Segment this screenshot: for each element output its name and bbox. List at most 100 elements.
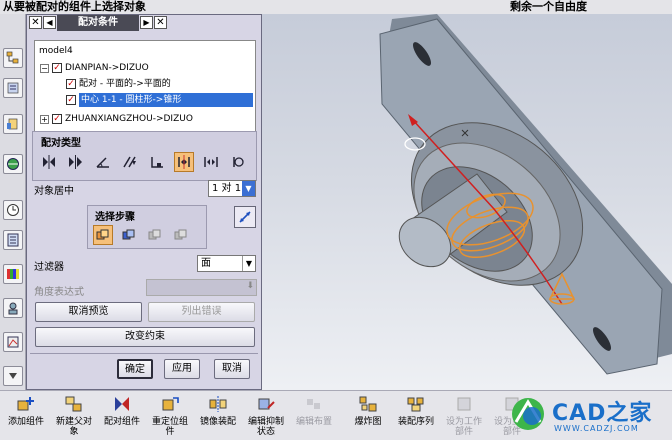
constraint-navigator-icon[interactable] <box>3 78 23 98</box>
checkbox-icon[interactable]: ✓ <box>52 114 62 124</box>
angle-expression-field[interactable]: ⬇ <box>146 279 257 296</box>
tree-root[interactable]: model4 <box>39 44 73 58</box>
toolbar-label: 新建父对 象 <box>55 417 92 437</box>
divider <box>30 353 258 354</box>
watermark-brand: CAD之家 <box>552 401 653 426</box>
collapse-icon[interactable]: − <box>40 64 49 73</box>
distance-icon[interactable] <box>201 152 221 172</box>
mating-conditions-dialog: ✕ ◀ 配对条件 ▶ ✕ model4 − ✓ DIANPIAN->DIZUO … <box>26 14 262 390</box>
edit-suppression-button[interactable]: 编辑抑制 状态 <box>242 393 290 439</box>
reverse-direction-icon[interactable] <box>234 206 256 228</box>
object-center-label: 对象居中 <box>34 186 74 197</box>
tree-node-mate[interactable]: 配对 - 平面的->平面的 <box>79 77 171 91</box>
dialog-tab-title[interactable]: 配对条件 <box>57 15 139 31</box>
tree-row-label: 配对 - 平面的->平面的 <box>79 79 171 89</box>
set-work-part-button[interactable]: 设为工作 部件 <box>440 393 488 439</box>
ok-button[interactable]: 确定 <box>117 359 153 379</box>
prompt-message: 从要被配对的组件上选择对象 <box>3 0 146 13</box>
edit-suppression-icon <box>258 398 275 410</box>
cadzj-watermark-logo: CAD之家 WWW.CADZJ.COM <box>508 394 668 436</box>
object-center-value: 1 对 1 <box>212 183 242 194</box>
tab-left-arrow-icon[interactable]: ◀ <box>43 16 56 29</box>
mate-component-icon <box>115 397 129 411</box>
step-from-icon[interactable] <box>93 225 113 245</box>
assembly-sequence-button[interactable]: 装配序列 <box>392 393 440 439</box>
edit-arrangement-button[interactable]: 编辑布置 <box>290 393 338 439</box>
step-second-from-icon[interactable] <box>145 225 165 245</box>
part-navigator-icon[interactable] <box>3 114 23 134</box>
parallel-icon[interactable] <box>120 152 140 172</box>
change-constraint-button[interactable]: 改变约束 <box>35 327 255 347</box>
mate-icon[interactable] <box>39 152 59 172</box>
new-parent-button[interactable]: 新建父对 象 <box>50 393 98 439</box>
filter-value: 面 <box>201 258 211 269</box>
add-component-icon <box>17 397 34 411</box>
toolbar-label: 编辑抑制 状态 <box>247 417 284 437</box>
checkbox-icon[interactable]: ✓ <box>66 95 76 105</box>
tab-close-icon[interactable]: ✕ <box>154 16 167 29</box>
toolbar-label: 重定位组 件 <box>151 417 188 437</box>
tree-row-label: ZHUANXIANGZHOU->DIZUO <box>65 114 193 124</box>
step-to-icon[interactable] <box>119 225 139 245</box>
tree-node-dianpian[interactable]: DIANPIAN->DIZUO <box>65 61 149 75</box>
system-visualization-icon[interactable] <box>3 332 23 352</box>
tree-row-label: model4 <box>39 46 73 56</box>
cancel-button[interactable]: 取消 <box>214 359 250 379</box>
new-parent-icon <box>65 396 82 412</box>
status-message: 剩余一个自由度 <box>510 0 587 13</box>
reposition-icon <box>162 397 179 411</box>
align-icon[interactable] <box>66 152 86 172</box>
cancel-preview-button[interactable]: 取消预览 <box>35 302 142 322</box>
add-component-button[interactable]: 添加组件 <box>2 393 50 439</box>
toolbar-label: 设为工作 部件 <box>445 417 482 437</box>
close-icon[interactable]: ✕ <box>29 16 42 29</box>
dialog-tab-strip: ✕ ◀ 配对条件 ▶ ✕ <box>27 15 261 31</box>
mirror-assembly-button[interactable]: 镜像装配 <box>194 393 242 439</box>
object-center-select[interactable]: 1 对 1 ▼ <box>208 180 256 197</box>
history-icon[interactable] <box>3 200 23 220</box>
filter-select[interactable]: 面 ▼ <box>197 255 256 272</box>
graphics-viewport[interactable] <box>262 14 672 390</box>
toolbar-label: 装配序列 <box>397 417 434 427</box>
exploded-view-button[interactable]: 爆炸图 <box>344 393 392 439</box>
tree-node-zhuanxiangzhou[interactable]: ZHUANXIANGZHOU->DIZUO <box>65 112 193 126</box>
more-icon[interactable] <box>3 366 23 386</box>
palette-icon[interactable] <box>3 264 23 284</box>
arrow-down-icon: ⬇ <box>246 281 254 291</box>
selection-steps-label: 选择步骤 <box>95 212 135 223</box>
roles-icon[interactable] <box>3 298 23 318</box>
mate-component-button[interactable]: 配对组件 <box>98 393 146 439</box>
set-work-part-icon <box>457 397 471 411</box>
top-status-bar: 从要被配对的组件上选择对象 剩余一个自由度 <box>0 0 672 14</box>
tree-row-label: 中心 1-1 - 圆柱形->锥形 <box>81 95 182 105</box>
perpendicular-icon[interactable] <box>147 152 167 172</box>
assembly-model <box>379 14 672 375</box>
toolbar-label: 添加组件 <box>7 417 44 427</box>
toolbar-label: 配对组件 <box>103 417 140 427</box>
mate-type-label: 配对类型 <box>41 138 81 149</box>
reuse-library-icon[interactable] <box>3 230 23 250</box>
tree-node-center-selected[interactable]: 中心 1-1 - 圆柱形->锥形 <box>79 93 253 107</box>
tab-right-arrow-icon[interactable]: ▶ <box>140 16 153 29</box>
step-second-to-icon[interactable] <box>171 225 191 245</box>
center-icon[interactable] <box>174 152 194 172</box>
toolbar-label: 镜像装配 <box>199 417 236 427</box>
web-browser-icon[interactable] <box>3 154 23 174</box>
checkbox-icon[interactable]: ✓ <box>66 79 76 89</box>
chevron-down-icon: ▼ <box>242 256 255 271</box>
apply-button[interactable]: 应用 <box>164 359 200 379</box>
angle-expression-label: 角度表达式 <box>34 287 84 298</box>
filter-label: 过滤器 <box>34 262 64 273</box>
assembly-sequence-icon <box>407 397 424 412</box>
expand-icon[interactable]: + <box>40 115 49 124</box>
chevron-down-icon: ▼ <box>242 181 255 196</box>
reposition-component-button[interactable]: 重定位组 件 <box>146 393 194 439</box>
checkbox-icon[interactable]: ✓ <box>52 63 62 73</box>
assembly-navigator-icon[interactable] <box>3 48 23 68</box>
angle-icon[interactable] <box>93 152 113 172</box>
list-errors-button[interactable]: 列出错误 <box>148 302 255 322</box>
exploded-view-icon <box>359 396 377 412</box>
tree-row-label: DIANPIAN->DIZUO <box>65 63 149 73</box>
tangent-icon[interactable] <box>228 152 248 172</box>
mirror-assembly-icon <box>209 396 227 412</box>
